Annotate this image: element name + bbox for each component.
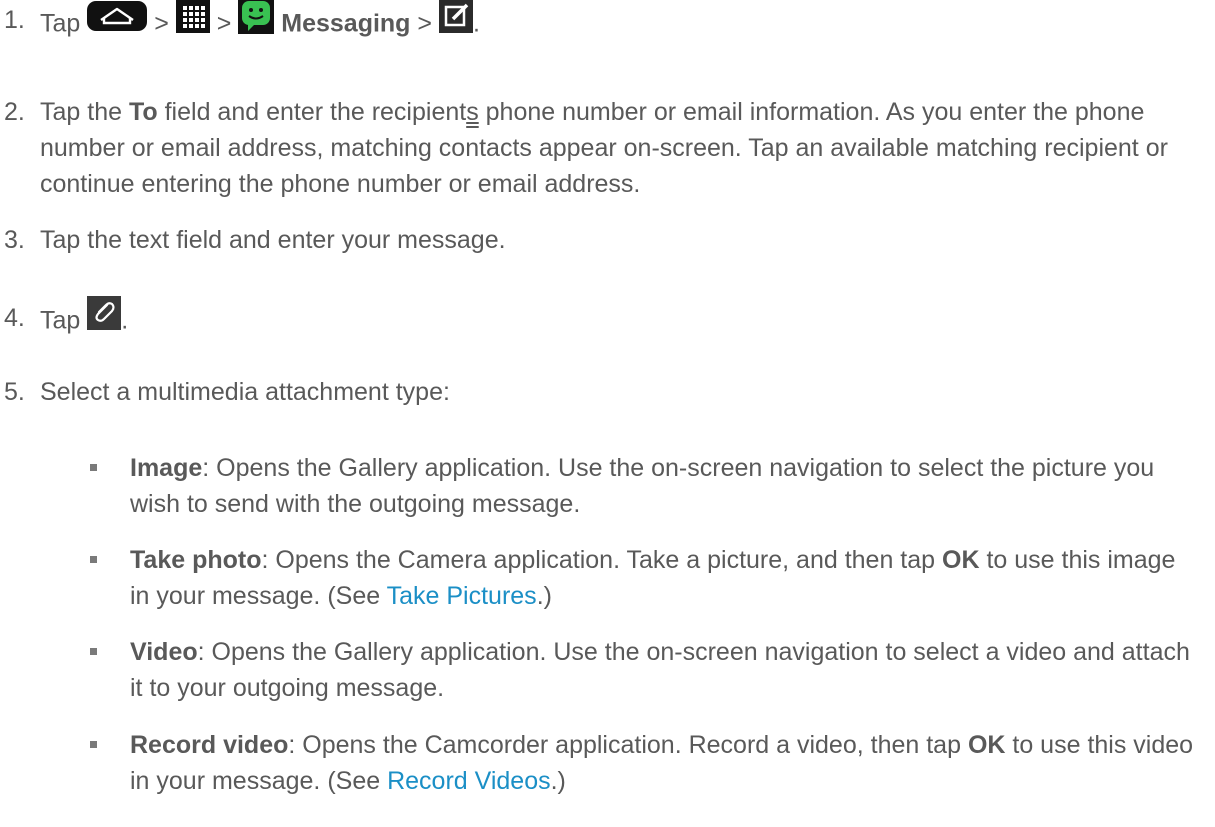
bullet-term: Record video	[130, 731, 289, 759]
compose-icon	[438, 0, 473, 43]
bullet-marker	[90, 741, 97, 748]
apps-grid-icon	[175, 0, 210, 43]
step-number: 2.	[4, 98, 25, 126]
home-icon	[87, 1, 148, 41]
step-text: Tap the To field and enter the recipient…	[40, 94, 1195, 202]
step-number: 1.	[4, 6, 25, 34]
step-text: Tap > > Messaging > .	[40, 0, 1195, 48]
step-text: Tap the text field and enter your messag…	[40, 226, 506, 254]
bullet-video: Video: Opens the Gallery application. Us…	[90, 634, 1195, 706]
bullet-marker	[90, 648, 97, 655]
bullet-text: Video: Opens the Gallery application. Us…	[130, 634, 1195, 706]
bullet-desc: .)	[536, 582, 552, 610]
step-text-s: s	[466, 98, 479, 126]
bullet-take-photo: Take photo: Opens the Camera application…	[90, 542, 1195, 614]
step-text-mid: field and enter the recipient	[164, 98, 467, 126]
step-1: 1. Tap > > Messaging > .	[0, 0, 1195, 48]
bullet-desc: : Opens the Camera application. Take a p…	[261, 546, 936, 574]
step-number: 4.	[4, 304, 25, 332]
step-tap-word: Tap	[40, 9, 81, 38]
step-number: 3.	[4, 226, 25, 254]
step-text: Select a multimedia attachment type:	[40, 378, 450, 406]
bullet-desc: .)	[550, 767, 566, 795]
ok-label: OK	[967, 731, 1006, 759]
bullet-record-video: Record video: Opens the Camcorder applic…	[90, 727, 1195, 799]
paperclip-attach-icon	[87, 296, 122, 340]
step-2: 2. Tap the To field and enter the recipi…	[0, 94, 1195, 202]
bullet-term: Take photo	[130, 546, 262, 574]
step-end: .	[121, 306, 129, 335]
take-pictures-link[interactable]: Take Pictures	[387, 582, 537, 610]
bullet-marker	[90, 556, 97, 563]
step-3: 3. Tap the text field and enter your mes…	[0, 222, 1195, 258]
step-separator: >	[216, 9, 232, 38]
bullet-term: Image	[130, 454, 203, 482]
messaging-app-icon	[238, 0, 275, 44]
step-separator: >	[417, 9, 433, 38]
to-field-label: To	[128, 98, 158, 126]
step-5: 5. Select a multimedia attachment type:	[0, 374, 1195, 410]
bullet-term: Video	[130, 638, 198, 666]
step-4: 4. Tap .	[0, 296, 1195, 344]
record-videos-link[interactable]: Record Videos	[387, 767, 551, 795]
bullet-text: Take photo: Opens the Camera application…	[130, 542, 1195, 614]
bullet-desc: : Opens the Gallery application. Use the…	[130, 638, 1190, 702]
messaging-label: Messaging	[281, 9, 411, 38]
bullet-text: Image: Opens the Gallery application. Us…	[130, 450, 1195, 522]
step-tap-word: Tap	[40, 306, 81, 335]
step-number: 5.	[4, 378, 25, 406]
step-text-pre: Tap the	[40, 98, 123, 126]
ok-label: OK	[942, 546, 980, 574]
bullet-image: Image: Opens the Gallery application. Us…	[90, 450, 1195, 522]
bullet-text: Record video: Opens the Camcorder applic…	[130, 727, 1195, 799]
bullet-desc: : Opens the Camcorder application. Recor…	[288, 731, 961, 759]
step-separator: >	[154, 9, 169, 38]
step-end: .	[472, 9, 480, 38]
bullet-marker	[90, 464, 97, 471]
bullet-desc: : Opens the Gallery application. Use the…	[130, 454, 1155, 518]
step-text: Tap .	[40, 296, 1195, 344]
